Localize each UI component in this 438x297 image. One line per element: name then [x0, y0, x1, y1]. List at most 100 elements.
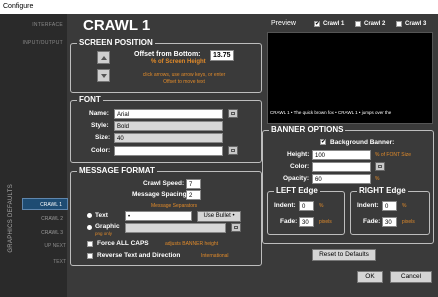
banner-color-picker-button[interactable]	[375, 162, 385, 171]
screen-position-group: SCREEN POSITION Offset from Bottom: 13.7…	[70, 38, 262, 93]
separator-text-label: Text	[95, 212, 108, 219]
color-picker-button[interactable]	[228, 146, 238, 155]
font-size-label: Size:	[95, 134, 111, 141]
right-indent-unit: %	[402, 203, 407, 209]
folder-icon	[234, 226, 238, 229]
reverse-checkbox[interactable]	[87, 253, 93, 259]
right-fade-unit: pixels	[402, 219, 415, 225]
move-up-button[interactable]	[97, 51, 110, 64]
message-format-title: MESSAGE FORMAT	[77, 166, 157, 176]
graphic-browse-button[interactable]	[231, 223, 241, 232]
right-edge-group: RIGHT Edge Indent: 0 % Fade: 30 pixels	[350, 186, 430, 235]
right-indent-input[interactable]: 0	[382, 201, 397, 211]
font-title: FONT	[77, 95, 103, 105]
nav-up-next[interactable]: UP NEXT	[22, 243, 66, 249]
force-caps-label: Force ALL CAPS	[97, 240, 149, 247]
opacity-input[interactable]: 60	[312, 174, 371, 184]
preview-crawl-3-checkbox[interactable]	[396, 21, 402, 27]
nav-text[interactable]: TEXT	[22, 259, 66, 265]
font-color-label: Color:	[91, 147, 111, 154]
background-banner-label: Background Banner:	[330, 139, 395, 146]
arrow-up-icon	[101, 56, 107, 60]
graphic-note: png only	[95, 231, 113, 236]
color-picker-icon	[231, 149, 235, 152]
preview-label: Preview	[271, 20, 296, 27]
crawl-speed-input[interactable]: 7	[186, 179, 201, 189]
right-fade-input[interactable]: 30	[382, 217, 397, 227]
preview-panel: CRAWL 1 • The quick brown fox • CRAWL 1 …	[267, 32, 433, 124]
reverse-note: International	[201, 253, 229, 259]
window-title: Configure	[3, 3, 34, 10]
preview-crawl-2-checkbox[interactable]	[355, 21, 361, 27]
offset-unit: % of Screen Height	[151, 59, 206, 65]
move-down-button[interactable]	[97, 69, 110, 82]
banner-options-group: BANNER OPTIONS Background Banner: Height…	[262, 125, 434, 244]
banner-options-title: BANNER OPTIONS	[269, 125, 346, 135]
left-edge-group: LEFT Edge Indent: 0 % Fade: 30 pixels	[267, 186, 345, 235]
left-edge-title: LEFT Edge	[274, 186, 320, 196]
separator-graphic-label: Graphic	[95, 223, 120, 230]
left-fade-unit: pixels	[319, 219, 332, 225]
offset-input[interactable]: 13.75	[210, 50, 234, 61]
reset-defaults-button[interactable]: Reset to Defaults	[312, 249, 376, 261]
screen-position-title: SCREEN POSITION	[77, 38, 155, 48]
font-size-field: 40	[114, 133, 223, 143]
font-name-field[interactable]: Arial	[114, 109, 223, 119]
graphics-defaults-label: GRAPHICS DEFAULTS	[8, 184, 14, 253]
arrow-down-icon	[101, 74, 107, 78]
left-indent-input[interactable]: 0	[299, 201, 314, 211]
preview-crawl-2-label: Crawl 2	[364, 21, 386, 27]
window-titlebar: Configure	[0, 0, 438, 14]
nav-input-output[interactable]: INPUT/OUTPUT	[22, 40, 63, 46]
offset-label: Offset from Bottom:	[134, 51, 201, 58]
opacity-label: Opacity:	[283, 175, 310, 182]
color-picker-icon	[378, 165, 382, 168]
force-caps-note: adjusts BANNER height	[165, 241, 219, 247]
separator-text-radio[interactable]	[87, 213, 92, 218]
banner-color-label: Color:	[290, 163, 310, 170]
ok-button[interactable]: OK	[357, 271, 383, 283]
sidebar: INTERFACE INPUT/OUTPUT GRAPHICS DEFAULTS…	[0, 14, 68, 297]
banner-color-field[interactable]	[312, 162, 371, 172]
reverse-label: Reverse Text and Direction	[97, 252, 181, 259]
separator-text-input[interactable]: •	[125, 211, 192, 221]
font-color-field[interactable]	[114, 146, 223, 156]
preview-crawl-1-checkbox[interactable]	[314, 20, 320, 27]
nav-interface[interactable]: INTERFACE	[32, 22, 63, 28]
message-spacing-input[interactable]: 2	[186, 190, 201, 200]
font-picker-button[interactable]	[228, 109, 238, 118]
preview-crawl-3-label: Crawl 3	[405, 21, 427, 27]
right-indent-label: Indent:	[357, 202, 379, 209]
left-indent-unit: %	[319, 203, 324, 209]
force-caps-checkbox[interactable]	[87, 241, 93, 247]
banner-height-unit: % of FONT Size	[375, 152, 412, 158]
use-bullet-button[interactable]: Use Bullet •	[197, 211, 241, 222]
right-fade-label: Fade:	[363, 218, 381, 225]
left-fade-input[interactable]: 30	[299, 217, 314, 227]
banner-height-input[interactable]: 100	[312, 150, 371, 160]
crawl-speed-label: Crawl Speed:	[143, 180, 185, 187]
message-format-group: MESSAGE FORMAT Crawl Speed: 7 Message Sp…	[70, 166, 262, 266]
banner-height-label: Height:	[287, 151, 310, 158]
font-name-label: Name:	[89, 110, 109, 117]
font-picker-icon	[231, 112, 235, 115]
separator-graphic-radio[interactable]	[87, 225, 92, 230]
preview-crawl-text: CRAWL 1 • The quick brown fox • CRAWL 1 …	[270, 110, 392, 115]
preview-crawl-1-label: Crawl 1	[323, 21, 345, 27]
background-banner-checkbox[interactable]	[320, 138, 326, 145]
graphic-path-field[interactable]	[125, 223, 226, 233]
right-edge-title: RIGHT Edge	[357, 186, 408, 196]
cancel-button[interactable]: Cancel	[390, 271, 432, 283]
tab-crawl-3[interactable]: CRAWL 3	[22, 227, 68, 239]
message-spacing-label: Message Spacing:	[132, 191, 189, 198]
font-style-label: Style:	[91, 122, 109, 129]
page-title: CRAWL 1	[83, 17, 151, 34]
left-fade-label: Fade:	[280, 218, 298, 225]
opacity-unit: %	[375, 176, 380, 182]
tab-crawl-2[interactable]: CRAWL 2	[22, 213, 68, 225]
font-style-field: Bold	[114, 121, 223, 131]
offset-hint: click arrows, use arrow keys, or enter O…	[142, 72, 226, 85]
left-indent-label: Indent:	[274, 202, 296, 209]
tab-crawl-1[interactable]: CRAWL 1	[22, 198, 68, 210]
separators-label: Message Separators	[151, 203, 198, 209]
